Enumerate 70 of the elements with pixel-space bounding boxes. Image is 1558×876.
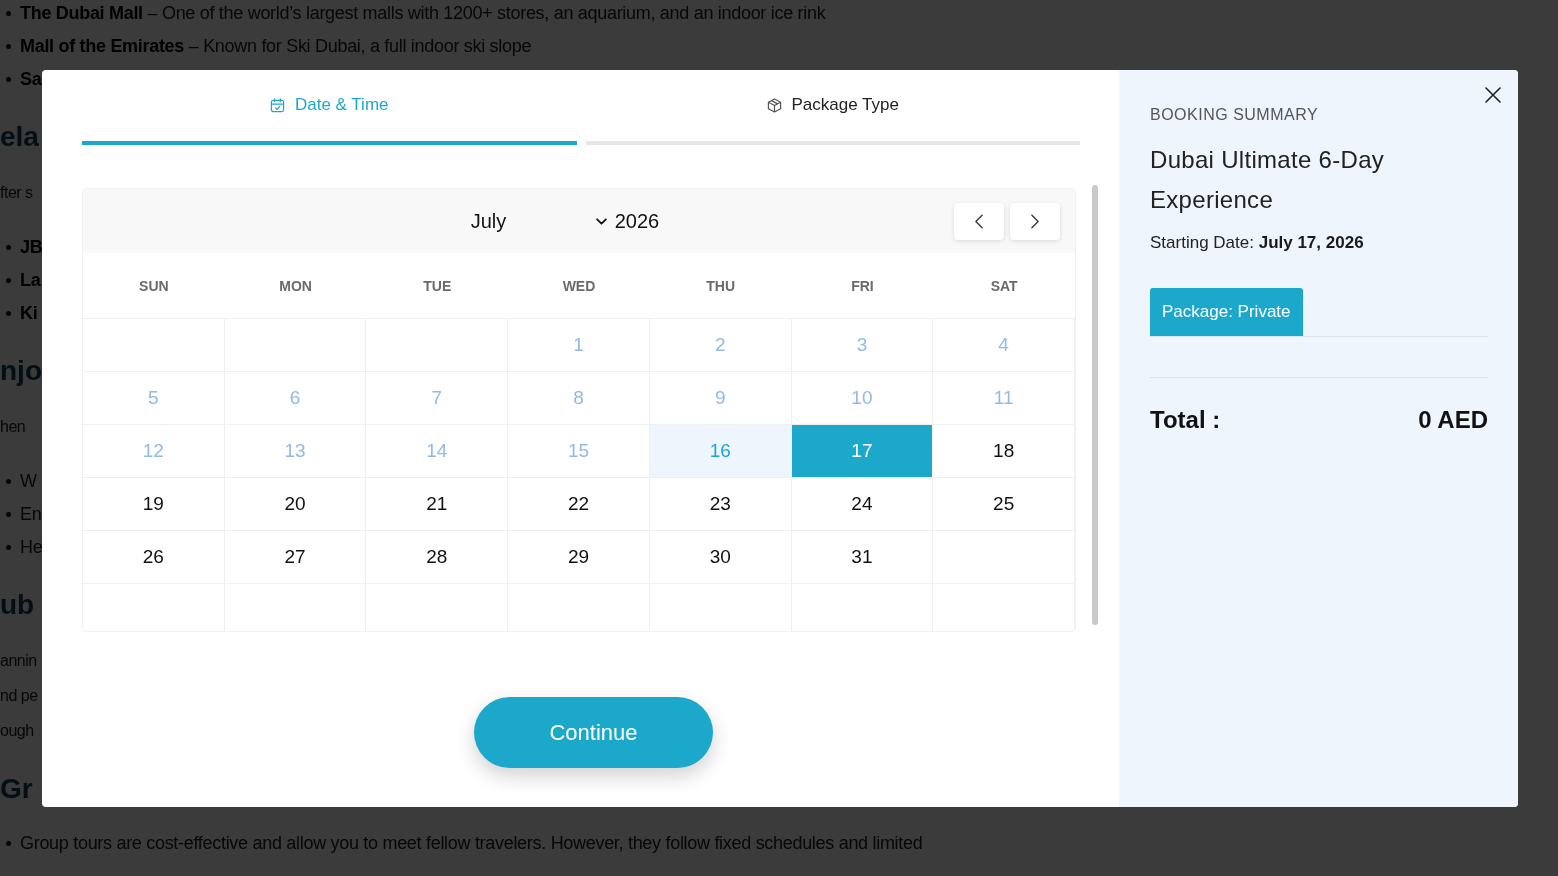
weekday-label: FRI	[851, 277, 874, 294]
calendar-day: 2	[649, 319, 792, 372]
next-month-button[interactable]	[1010, 202, 1060, 240]
calendar-day: 8	[508, 372, 650, 425]
bullet-icon	[6, 311, 11, 316]
calendar-day[interactable]: 18	[933, 425, 1075, 478]
calendar-day: 15	[508, 425, 650, 478]
cube-icon	[766, 97, 782, 113]
section-heading: njo	[0, 354, 42, 388]
weekday-label: THU	[706, 277, 736, 294]
calendar-day: 5	[83, 372, 225, 425]
weekday-label: MON	[279, 277, 312, 294]
list-item-text: JB	[20, 237, 43, 258]
calendar-day: 7	[366, 372, 509, 425]
calendar-day: 1	[508, 319, 650, 372]
calendar-day[interactable]: 30	[649, 531, 792, 584]
calendar-day[interactable]: 27	[224, 531, 367, 584]
bullet-icon	[6, 77, 11, 82]
section-heading: ub	[0, 588, 35, 622]
chevron-right-icon	[1031, 213, 1039, 229]
calendar-day[interactable]: 26	[83, 531, 225, 584]
scrollbar-thumb[interactable]	[1092, 185, 1098, 625]
total-amount: 0 AED	[1418, 405, 1488, 435]
step-tab[interactable]: Package Type	[585, 93, 1080, 145]
calendar-day: 14	[366, 425, 509, 478]
calendar-day[interactable]: 23	[649, 478, 792, 531]
calendar-day[interactable]: 20	[224, 478, 367, 531]
weekday-label: SAT	[990, 277, 1018, 294]
list-item-text: Sa	[20, 69, 42, 90]
section-heading: Gr	[0, 772, 33, 806]
calendar-day: 4	[933, 319, 1075, 372]
bullet-icon	[6, 841, 11, 846]
calendar-day[interactable]: 21	[366, 478, 509, 531]
section-heading: ela	[0, 120, 39, 154]
list-item-text: Ki	[20, 303, 38, 324]
weekday-label: TUE	[423, 277, 452, 294]
bullet-icon	[6, 545, 11, 550]
starting-date-text: Starting Date: July 17, 2026	[1150, 233, 1364, 252]
calendar-day[interactable]: 22	[508, 478, 650, 531]
calendar-day[interactable]: 25	[933, 478, 1075, 531]
calendar-day: 3	[791, 319, 934, 372]
weekday-label: SUN	[139, 277, 169, 294]
calendar-day: 11	[933, 372, 1075, 425]
calendar-day: 6	[224, 372, 367, 425]
chevron-left-icon	[975, 213, 983, 229]
bullet-icon	[6, 512, 11, 517]
calendar-day[interactable]: 24	[791, 478, 934, 531]
bullet-icon	[6, 245, 11, 250]
bullet-icon	[6, 479, 11, 484]
bullet-icon	[6, 278, 11, 283]
caret-down-icon	[595, 217, 607, 225]
total-label: Total :	[1150, 405, 1221, 435]
calendar-day: 12	[83, 425, 225, 478]
close-icon	[1485, 87, 1501, 103]
year-select[interactable]: 2026	[614, 209, 660, 233]
weekday-label: WED	[562, 277, 596, 294]
calendar-day[interactable]: 19	[83, 478, 225, 531]
close-button[interactable]	[1485, 87, 1501, 103]
calendar-day[interactable]: 31	[791, 531, 934, 584]
calendar-icon	[269, 97, 285, 113]
tour-title: Dubai Ultimate 6-Day Experience	[1150, 145, 1386, 215]
bullet-icon	[6, 11, 11, 16]
bullet-icon	[6, 44, 11, 49]
month-select[interactable]: July	[470, 209, 607, 233]
calendar-day: 13	[224, 425, 367, 478]
calendar-day[interactable]: 29	[508, 531, 650, 584]
calendar-day[interactable]: 28	[366, 531, 509, 584]
summary-heading: BOOKING SUMMARY	[1150, 106, 1319, 123]
previous-month-button[interactable]	[954, 202, 1004, 240]
list-item-text: La	[20, 270, 41, 291]
